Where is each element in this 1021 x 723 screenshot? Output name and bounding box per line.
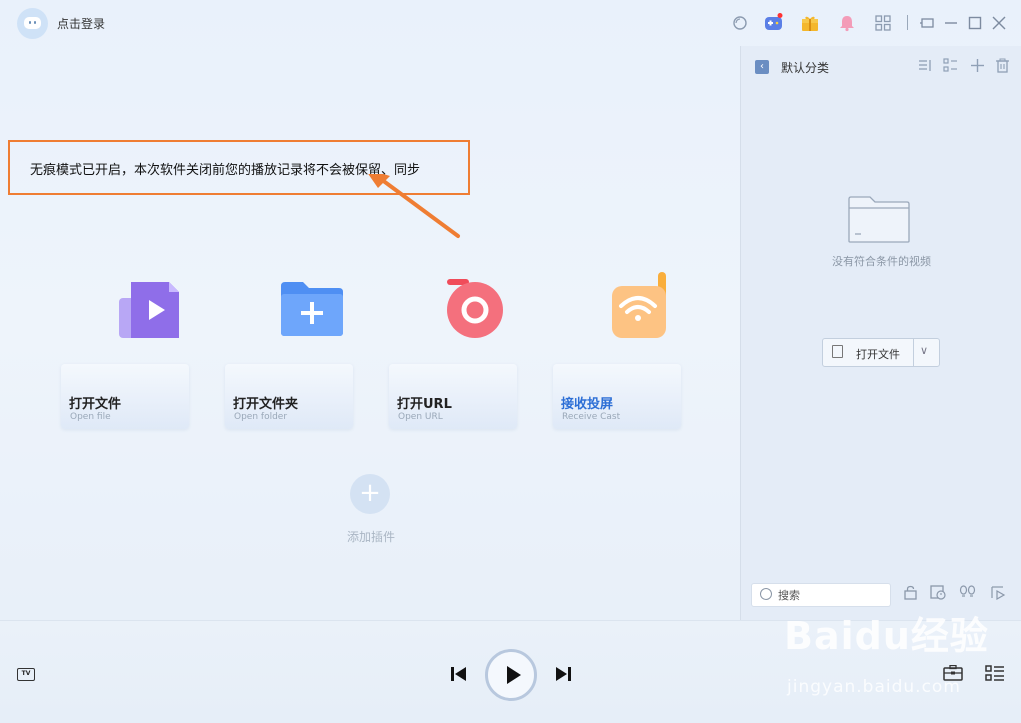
game-icon[interactable] [764, 13, 784, 33]
video-file-icon [119, 282, 179, 342]
play-button[interactable] [485, 649, 537, 701]
search-icon [760, 588, 772, 600]
previous-icon[interactable] [450, 666, 468, 686]
search-icon[interactable] [730, 13, 750, 33]
add-plugin-button[interactable]: + [350, 474, 390, 514]
list-view-icon[interactable] [943, 58, 958, 77]
cast-icon [610, 272, 668, 344]
gift-icon[interactable] [800, 13, 820, 33]
chevron-down-icon[interactable]: ∨ [920, 344, 928, 357]
file-icon [832, 345, 843, 358]
tv-cast-icon[interactable]: TV [17, 668, 35, 681]
empty-folder-icon [848, 196, 910, 243]
open-url-card[interactable]: 打开URL Open URL [389, 364, 517, 429]
lock-icon[interactable] [903, 585, 918, 604]
titlebar-divider [907, 15, 908, 30]
avatar[interactable] [17, 8, 48, 39]
empty-list-message: 没有符合条件的视频 [832, 255, 931, 268]
bell-icon[interactable] [837, 13, 857, 33]
open-folder-title: 打开文件夹 [233, 397, 299, 412]
open-file-subtitle: Open file [70, 412, 111, 422]
search-input[interactable] [778, 587, 886, 603]
mini-mode-icon[interactable] [917, 13, 937, 33]
login-link[interactable]: 点击登录 [57, 15, 105, 32]
receive-cast-title: 接收投屏 [561, 397, 614, 412]
add-plugin-label: 添加插件 [347, 530, 396, 544]
open-folder-subtitle: Open folder [234, 412, 288, 422]
collapse-sidebar-icon[interactable]: ‹ [755, 60, 769, 74]
open-file-title: 打开文件 [69, 397, 122, 412]
sidebar-open-file-label: 打开文件 [856, 348, 900, 361]
add-icon[interactable] [970, 58, 985, 77]
add-folder-icon [281, 282, 343, 340]
search-box[interactable] [751, 583, 891, 607]
watermark-url: jingyan.baidu.com [787, 677, 961, 697]
watermark-logo: Baidu经验 [784, 614, 989, 658]
playlist-play-icon[interactable] [991, 585, 1007, 604]
receive-cast-card[interactable]: 接收投屏 Receive Cast [553, 364, 681, 429]
open-folder-card[interactable]: 打开文件夹 Open folder [225, 364, 353, 429]
sidebar-open-file-button[interactable]: 打开文件 ∨ [822, 338, 940, 367]
open-url-title: 打开URL [397, 397, 452, 412]
playlist-icon[interactable] [985, 665, 1005, 686]
close-icon[interactable] [989, 13, 1009, 33]
url-link-icon [445, 279, 505, 343]
open-url-subtitle: Open URL [398, 412, 443, 422]
robot-face-icon [24, 17, 41, 29]
title-bar: 点击登录 [0, 0, 1021, 46]
category-title[interactable]: 默认分类 [781, 59, 829, 76]
next-icon[interactable] [554, 666, 572, 686]
history-icon[interactable] [930, 585, 946, 604]
playlist-sidebar: ‹ 默认分类 没有符合条件的视频 打开文件 ∨ [740, 46, 1021, 620]
apps-icon[interactable] [873, 13, 893, 33]
trash-icon[interactable] [995, 58, 1010, 77]
footprint-icon[interactable] [959, 585, 976, 604]
receive-cast-subtitle: Receive Cast [562, 412, 621, 422]
open-file-card[interactable]: 打开文件 Open file [61, 364, 189, 429]
sort-icon[interactable] [918, 58, 933, 77]
annotation-arrow [368, 174, 460, 238]
main-area: 无痕模式已开启，本次软件关闭前您的播放记录将不会被保留、同步 打开文件 Open… [0, 46, 740, 620]
maximize-icon[interactable] [965, 13, 985, 33]
minimize-icon[interactable] [941, 13, 961, 33]
play-icon [507, 666, 521, 684]
